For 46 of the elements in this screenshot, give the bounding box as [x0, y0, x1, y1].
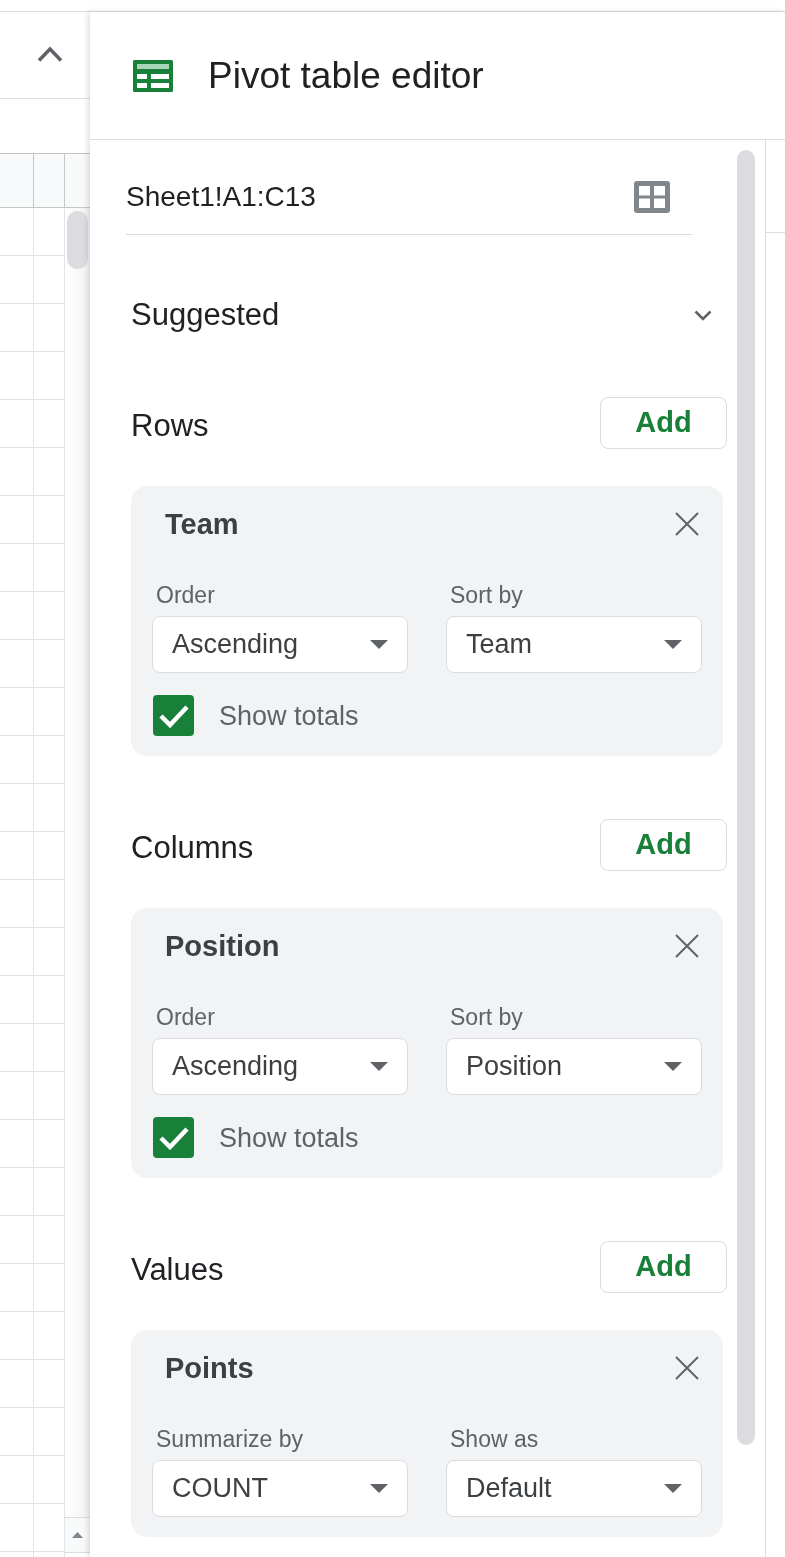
- checkbox-label: Show totals: [219, 699, 359, 733]
- section-title: Columns: [131, 829, 254, 867]
- dropdown-label: Sort by: [449, 1004, 523, 1030]
- caret-down-icon: [370, 640, 388, 649]
- dropdown[interactable]: COUNT: [152, 1460, 408, 1517]
- field-name: Position: [164, 929, 280, 964]
- triangle-up-icon: [72, 1532, 83, 1538]
- add-button[interactable]: Add: [600, 1241, 727, 1293]
- dropdown-label: Summarize by: [155, 1426, 303, 1452]
- checkmark-icon: [158, 703, 189, 728]
- close-icon[interactable]: [675, 512, 699, 536]
- close-icon[interactable]: [675, 934, 699, 958]
- range-field[interactable]: Sheet1!A1:C13: [126, 160, 692, 235]
- panel-title: Pivot table editor: [208, 53, 484, 98]
- checkbox[interactable]: [153, 695, 194, 736]
- section-title: Values: [131, 1251, 224, 1289]
- spreadsheet-icon: [133, 59, 173, 92]
- field-name: Team: [164, 507, 239, 542]
- grid-icon[interactable]: [634, 181, 670, 213]
- section-title: Rows: [131, 407, 209, 445]
- dropdown-label: Sort by: [449, 582, 523, 608]
- checkbox-label: Show totals: [219, 1121, 359, 1155]
- dropdown-label: Order: [155, 582, 215, 608]
- field-name: Points: [164, 1351, 254, 1386]
- scrollbar-thumb[interactable]: [737, 150, 755, 1445]
- caret-down-icon: [370, 1062, 388, 1071]
- dropdown[interactable]: Ascending: [152, 616, 408, 673]
- scroll-arrow-button[interactable]: [65, 1517, 90, 1553]
- caret-down-icon: [664, 1484, 682, 1493]
- caret-down-icon: [664, 1062, 682, 1071]
- checkbox[interactable]: [153, 1117, 194, 1158]
- add-button[interactable]: Add: [600, 397, 727, 449]
- caret-down-icon: [664, 640, 682, 649]
- dropdown[interactable]: Ascending: [152, 1038, 408, 1095]
- chevron-up-icon[interactable]: [37, 46, 63, 62]
- dropdown-label: Order: [155, 1004, 215, 1030]
- suggested-expander[interactable]: Suggested: [131, 290, 727, 340]
- close-icon[interactable]: [675, 1356, 699, 1380]
- checkmark-icon: [158, 1125, 189, 1150]
- add-button[interactable]: Add: [600, 819, 727, 871]
- dropdown[interactable]: Default: [446, 1460, 702, 1517]
- dropdown-label: Show as: [449, 1426, 539, 1452]
- dropdown[interactable]: Team: [446, 616, 702, 673]
- scrollbar-thumb[interactable]: [67, 211, 88, 269]
- caret-down-icon: [370, 1484, 388, 1493]
- dropdown[interactable]: Position: [446, 1038, 702, 1095]
